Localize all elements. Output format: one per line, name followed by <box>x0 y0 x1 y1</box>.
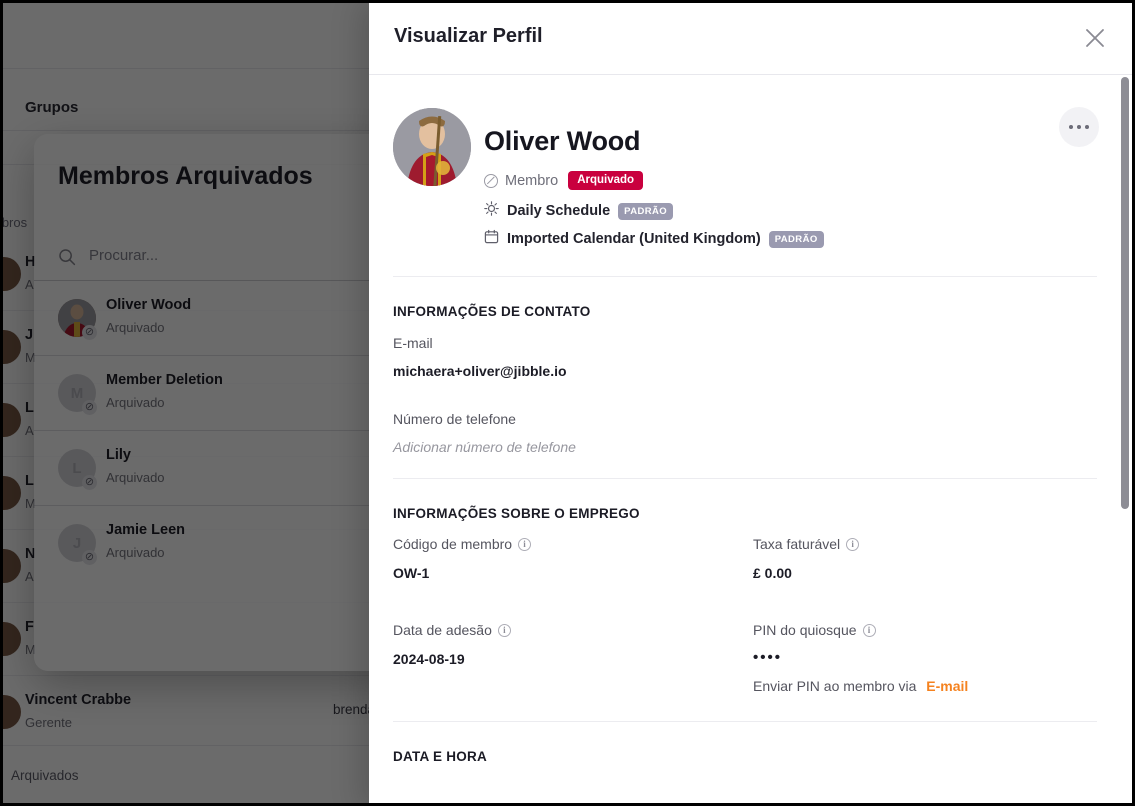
contact-section-title: INFORMAÇÕES DE CONTATO <box>393 304 591 319</box>
info-icon[interactable]: i <box>497 623 511 637</box>
avatar <box>3 622 21 656</box>
profile-role-line: Membro Arquivado <box>484 171 644 190</box>
background-members-column-label: mbros <box>1 215 28 230</box>
info-icon[interactable]: i <box>518 537 532 551</box>
modal-body: Oliver Wood Membro Arquivado Daily Sched… <box>369 75 1132 803</box>
member-name: L <box>25 473 34 489</box>
send-pin-text: Enviar PIN ao membro via <box>753 678 917 694</box>
avatar <box>3 476 21 510</box>
schedule-default-pill: PADRÃO <box>618 202 674 220</box>
close-icon[interactable] <box>1080 23 1110 53</box>
kiosk-pin-label-text: PIN do quiosque <box>753 622 857 638</box>
profile-name: Oliver Wood <box>484 126 641 156</box>
avatar <box>3 403 21 437</box>
archived-list-item[interactable]: ⊘ Oliver Wood Arquivado <box>34 281 406 356</box>
member-code-label: Código de membro i <box>393 536 532 552</box>
status-badge: Arquivado <box>568 171 644 190</box>
archived-members-panel: Membros Arquivados Procurar... ⊘ Oliver … <box>34 134 406 671</box>
search-icon <box>58 248 76 266</box>
calendar-label: Imported Calendar (United Kingdom) <box>507 231 761 247</box>
avatar <box>3 695 21 729</box>
divider <box>393 721 1097 722</box>
archived-status-icon: ⊘ <box>82 325 97 340</box>
member-role: A <box>25 277 34 292</box>
join-date-label-text: Data de adesão <box>393 622 492 638</box>
archived-member-status: Arquivado <box>106 470 165 485</box>
more-options-icon[interactable] <box>1059 107 1099 147</box>
email-label: E-mail <box>393 335 433 351</box>
member-code-label-text: Código de membro <box>393 536 513 552</box>
archived-list-item[interactable]: J ⊘ Jamie Leen Arquivado <box>34 506 406 581</box>
billable-rate-label: Taxa faturável i <box>753 536 860 552</box>
archived-list-item[interactable]: L ⊘ Lily Arquivado <box>34 431 406 506</box>
profile-schedule-row: Daily Schedule PADRÃO <box>484 201 674 221</box>
archived-members-title: Membros Arquivados <box>58 162 313 190</box>
divider <box>393 478 1097 479</box>
archived-status-icon: ⊘ <box>82 550 97 565</box>
archived-search-field[interactable]: Procurar... <box>34 235 406 281</box>
member-name: Vincent Crabbe <box>25 692 132 708</box>
member-name: F <box>25 619 34 635</box>
modal-header: Visualizar Perfil <box>369 3 1132 75</box>
profile-avatar <box>393 108 471 186</box>
billable-rate-label-text: Taxa faturável <box>753 536 841 552</box>
archived-member-name: Jamie Leen <box>106 522 185 538</box>
employment-section-title: INFORMAÇÕES SOBRE O EMPREGO <box>393 506 640 521</box>
divider <box>393 276 1097 277</box>
send-pin-row: Enviar PIN ao membro via E-mail <box>753 678 968 694</box>
kiosk-pin-value: •••• <box>753 649 783 666</box>
calendar-default-pill: PADRÃO <box>768 230 824 248</box>
join-date-label: Data de adesão i <box>393 622 511 638</box>
profile-role: Membro <box>505 172 559 189</box>
archived-member-name: Oliver Wood <box>106 297 192 313</box>
app-root: Grupos mbros H A J M L A L M N A <box>0 0 1135 806</box>
datetime-section-title: DATA E HORA <box>393 749 487 764</box>
archived-search-placeholder: Procurar... <box>89 247 159 264</box>
member-role: A <box>25 423 34 438</box>
archived-member-status: Arquivado <box>106 395 165 410</box>
billable-rate-value: £ 0.00 <box>753 565 792 581</box>
archived-member-status: Arquivado <box>106 320 165 335</box>
archived-status-icon: ⊘ <box>82 475 97 490</box>
phone-label: Número de telefone <box>393 411 516 427</box>
join-date-value: 2024-08-19 <box>393 651 465 667</box>
member-role: Gerente <box>25 715 72 730</box>
profile-calendar-row: Imported Calendar (United Kingdom) PADRÃ… <box>484 229 824 249</box>
email-value: michaera+oliver@jibble.io <box>393 363 567 379</box>
send-pin-email-link[interactable]: E-mail <box>926 678 968 694</box>
background-archived-footer-label: Arquivados <box>11 768 79 783</box>
archived-member-name: Lily <box>106 447 131 463</box>
view-profile-modal: Visualizar Perfil Oliver Wood Membro Arq… <box>369 3 1132 803</box>
member-name: J <box>25 327 34 343</box>
background-groups-label: Grupos <box>25 99 79 116</box>
calendar-icon <box>484 229 499 249</box>
modal-title: Visualizar Perfil <box>394 25 543 47</box>
archived-member-status: Arquivado <box>106 545 165 560</box>
background-topbar <box>3 3 403 69</box>
archived-status-icon <box>484 173 498 188</box>
info-icon[interactable]: i <box>846 537 860 551</box>
avatar <box>3 257 21 291</box>
schedule-label: Daily Schedule <box>507 203 611 219</box>
avatar <box>3 330 21 364</box>
member-code-value: OW-1 <box>393 565 430 581</box>
background-manager-row[interactable]: Vincent Crabbe Gerente brenda <box>3 676 403 749</box>
avatar <box>3 549 21 583</box>
member-role: A <box>25 569 34 584</box>
info-icon[interactable]: i <box>862 623 876 637</box>
kiosk-pin-label: PIN do quiosque i <box>753 622 876 638</box>
archived-status-icon: ⊘ <box>82 400 97 415</box>
phone-input[interactable]: Adicionar número de telefone <box>393 439 576 455</box>
scrollbar-thumb[interactable] <box>1121 77 1129 509</box>
member-name: L <box>25 400 34 416</box>
archived-member-name: Member Deletion <box>106 372 223 388</box>
archived-list-item[interactable]: M ⊘ Member Deletion Arquivado <box>34 356 406 431</box>
schedule-icon <box>484 201 499 221</box>
